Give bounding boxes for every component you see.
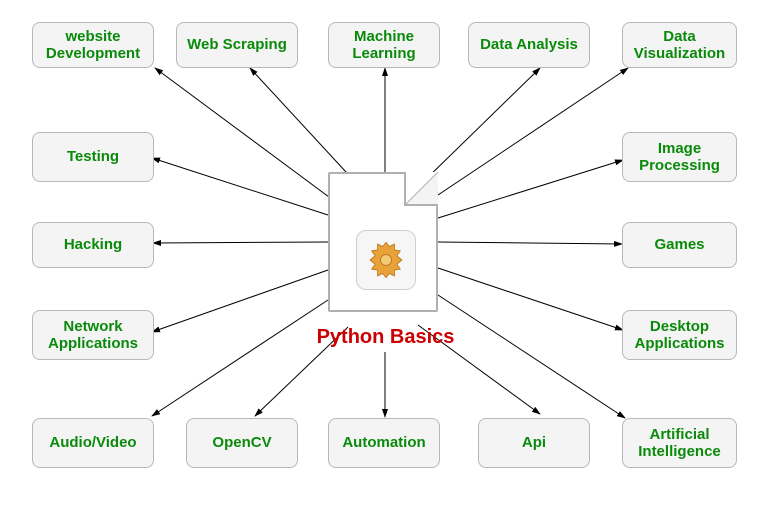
- node-opencv: OpenCV: [186, 418, 298, 468]
- node-image-processing: ImageProcessing: [622, 132, 737, 182]
- node-artificial-intelligence: ArtificialIntelligence: [622, 418, 737, 468]
- node-network-applications: NetworkApplications: [32, 310, 154, 360]
- node-testing: Testing: [32, 132, 154, 182]
- node-machine-learning: MachineLearning: [328, 22, 440, 68]
- node-games: Games: [622, 222, 737, 268]
- node-website-development: websiteDevelopment: [32, 22, 154, 68]
- node-desktop-applications: DesktopApplications: [622, 310, 737, 360]
- python-file-icon: [328, 172, 438, 312]
- node-data-analysis: Data Analysis: [468, 22, 590, 68]
- node-data-visualization: DataVisualization: [622, 22, 737, 68]
- node-web-scraping: Web Scraping: [176, 22, 298, 68]
- node-audio-video: Audio/Video: [32, 418, 154, 468]
- node-api: Api: [478, 418, 590, 468]
- node-hacking: Hacking: [32, 222, 154, 268]
- node-automation: Automation: [328, 418, 440, 468]
- gear-icon: [356, 230, 416, 290]
